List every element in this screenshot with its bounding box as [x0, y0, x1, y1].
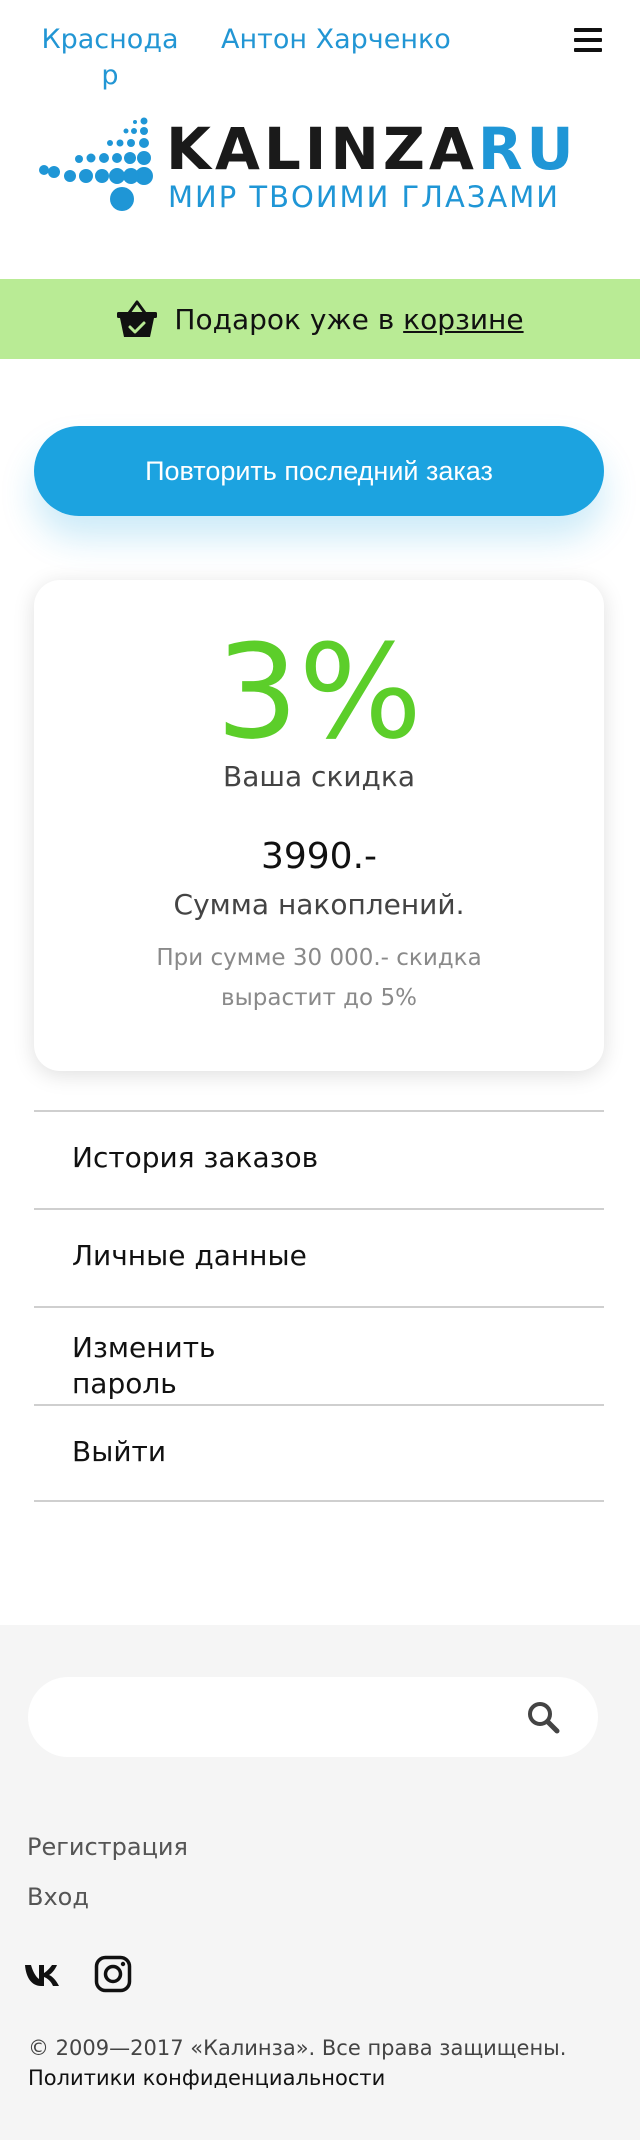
menu-item-label: История заказов: [72, 1141, 319, 1174]
discount-hint: При сумме 30 000.- скидка вырастит до 5%: [156, 945, 482, 1011]
menu-item-logout[interactable]: Выйти: [34, 1404, 604, 1502]
menu-item-label: Личные данные: [72, 1239, 307, 1272]
search-icon[interactable]: [526, 1700, 560, 1734]
site-logo[interactable]: KALINZARU МИР ТВОИМИ ГЛАЗАМИ: [38, 116, 608, 216]
vk-icon[interactable]: [24, 1962, 62, 1988]
menu-item-personal-data[interactable]: Личные данные: [34, 1208, 604, 1306]
cart-link[interactable]: корзине: [403, 303, 523, 336]
search-input[interactable]: [58, 1677, 518, 1757]
discount-percent: 3%: [215, 616, 423, 768]
menu-item-label: Изменить пароль: [72, 1331, 216, 1400]
savings-sum-label: Сумма накоплений.: [173, 888, 465, 921]
top-bar: Краснодар Антон Харченко: [0, 0, 640, 100]
repeat-last-order-button[interactable]: Повторить последний заказ: [34, 426, 604, 516]
basket-icon: [117, 300, 158, 337]
logo-tagline: МИР ТВОИМИ ГЛАЗАМИ: [168, 180, 560, 214]
savings-sum: 3990.-: [260, 836, 378, 877]
hamburger-bar: [574, 28, 602, 32]
discount-label: Ваша скидка: [223, 760, 415, 793]
gift-banner: Подарок уже в корзине: [0, 279, 640, 359]
discount-card: 3% Ваша скидка 3990.- Сумма накоплений. …: [34, 580, 604, 1071]
menu-item-change-password[interactable]: Изменить пароль: [34, 1306, 604, 1404]
copyright-text: © 2009—2017 «Калинза». Все права защищен…: [28, 2036, 567, 2060]
privacy-policy-link[interactable]: Политики конфиденциальности: [28, 2066, 385, 2090]
logo-title: KALINZARU: [166, 116, 578, 182]
gift-text-main: Подарок уже в: [174, 302, 404, 336]
menu-item-label: Выйти: [72, 1435, 167, 1468]
login-link[interactable]: Вход: [27, 1883, 89, 1911]
logo-dots-icon: [39, 117, 153, 211]
city-link[interactable]: Краснодар: [40, 22, 180, 94]
hamburger-bar: [574, 48, 602, 52]
instagram-icon[interactable]: [94, 1955, 132, 1993]
register-link[interactable]: Регистрация: [27, 1833, 188, 1861]
footer: Регистрация Вход © 2009—2017 «Калинза». …: [0, 1625, 640, 2140]
gift-text: Подарок уже в корзине: [174, 303, 523, 336]
logo-title-accent: RU: [477, 115, 578, 183]
logo-title-main: KALINZA: [166, 115, 478, 183]
hamburger-bar: [574, 38, 602, 42]
menu-item-order-history[interactable]: История заказов: [34, 1110, 604, 1208]
account-menu: История заказов Личные данные Изменить п…: [34, 1110, 604, 1502]
hamburger-icon[interactable]: [574, 28, 602, 52]
user-name-link[interactable]: Антон Харченко: [221, 22, 451, 58]
search-box: [28, 1677, 598, 1757]
